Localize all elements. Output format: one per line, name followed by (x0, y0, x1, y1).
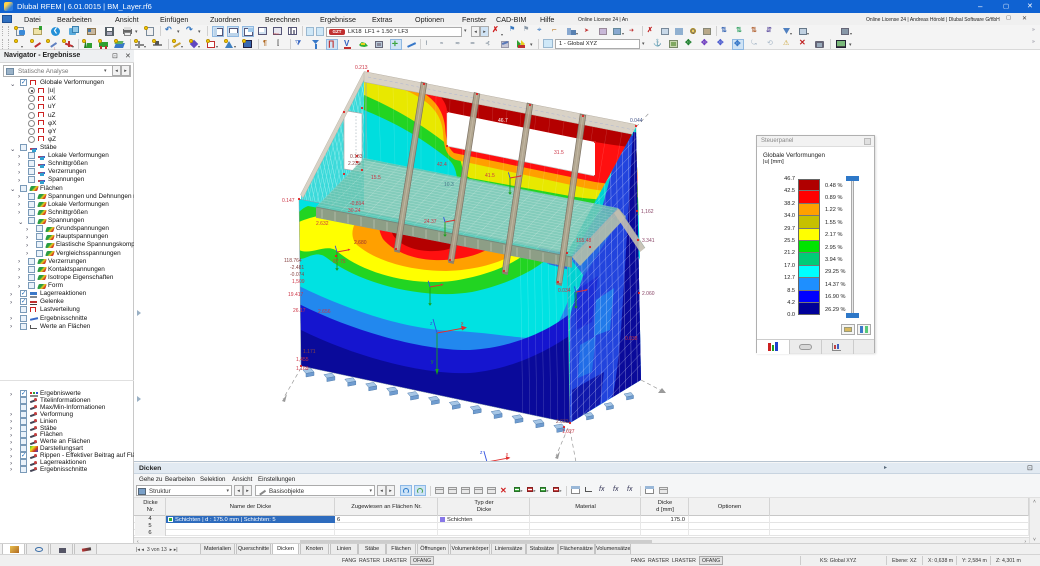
svg-text:30.24: 30.24 (348, 208, 361, 214)
svg-text:1,509: 1,509 (292, 279, 305, 285)
svg-text:41.5: 41.5 (485, 173, 495, 179)
svg-text:31.5: 31.5 (554, 150, 564, 156)
svg-text:0.034: 0.034 (558, 288, 571, 294)
svg-text:26.17: 26.17 (293, 308, 306, 314)
svg-text:0.038: 0.038 (625, 336, 638, 342)
svg-text:155.48: 155.48 (576, 238, 592, 244)
svg-text:118.764: 118.764 (284, 258, 302, 264)
svg-text:-2.481: -2.481 (290, 265, 304, 271)
svg-text:-0.074: -0.074 (290, 272, 304, 278)
svg-text:1.171: 1.171 (303, 349, 316, 355)
svg-text:1,027: 1,027 (562, 429, 575, 435)
svg-text:1,169: 1,169 (296, 366, 309, 372)
svg-text:1,162: 1,162 (641, 209, 654, 215)
svg-text:2.632: 2.632 (316, 221, 329, 227)
svg-text:3.341: 3.341 (642, 238, 655, 244)
svg-text:-0.814: -0.814 (350, 201, 364, 207)
svg-text:46.7: 46.7 (498, 118, 508, 124)
svg-text:x: x (506, 452, 509, 458)
svg-text:z: z (480, 450, 483, 456)
svg-text:1,455: 1,455 (296, 357, 309, 363)
svg-text:0.213: 0.213 (355, 65, 368, 71)
svg-text:2.033: 2.033 (556, 419, 569, 425)
svg-text:2.680: 2.680 (354, 240, 367, 246)
svg-text:2.235: 2.235 (348, 161, 361, 167)
svg-text:2.656: 2.656 (318, 309, 331, 315)
svg-text:10.3: 10.3 (444, 182, 454, 188)
svg-text:15.5: 15.5 (371, 175, 381, 181)
svg-text:87.75: 87.75 (333, 259, 346, 265)
svg-text:2.060: 2.060 (642, 291, 655, 297)
svg-text:0.044: 0.044 (630, 118, 643, 124)
svg-text:24.37: 24.37 (424, 219, 437, 225)
svg-text:42.4: 42.4 (437, 162, 447, 168)
svg-text:0.183: 0.183 (350, 154, 363, 160)
svg-text:19.417: 19.417 (288, 292, 304, 298)
svg-text:0.147: 0.147 (282, 198, 295, 204)
